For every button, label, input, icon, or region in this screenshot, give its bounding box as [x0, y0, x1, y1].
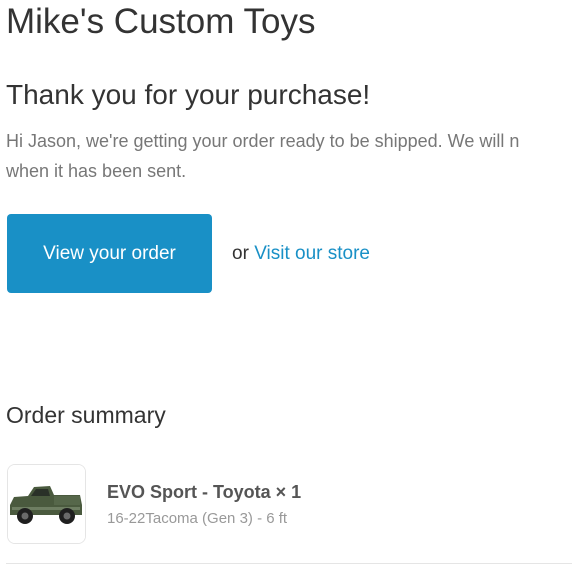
thank-you-heading: Thank you for your purchase!: [6, 79, 371, 110]
visit-store-link[interactable]: Visit our store: [254, 243, 370, 264]
shop-name: Mike's Custom Toys: [6, 2, 316, 41]
order-message-line-1: Hi Jason, we're getting your order ready…: [6, 131, 520, 151]
order-summary-heading: Order summary: [6, 402, 166, 428]
product-variant: 16-22Tacoma (Gen 3) - 6 ft: [107, 510, 288, 527]
order-message: Hi Jason, we're getting your order ready…: [6, 126, 572, 186]
product-thumbnail: [7, 464, 86, 544]
product-title: EVO Sport - Toyota × 1: [107, 482, 302, 502]
order-message-line-2: when it has been sent.: [6, 161, 187, 181]
summary-divider: [6, 563, 572, 564]
truck-icon: [8, 465, 85, 543]
store-link-line: or Visit our store: [232, 241, 370, 267]
view-order-button[interactable]: View your order: [7, 214, 212, 293]
or-text: or: [232, 243, 249, 264]
